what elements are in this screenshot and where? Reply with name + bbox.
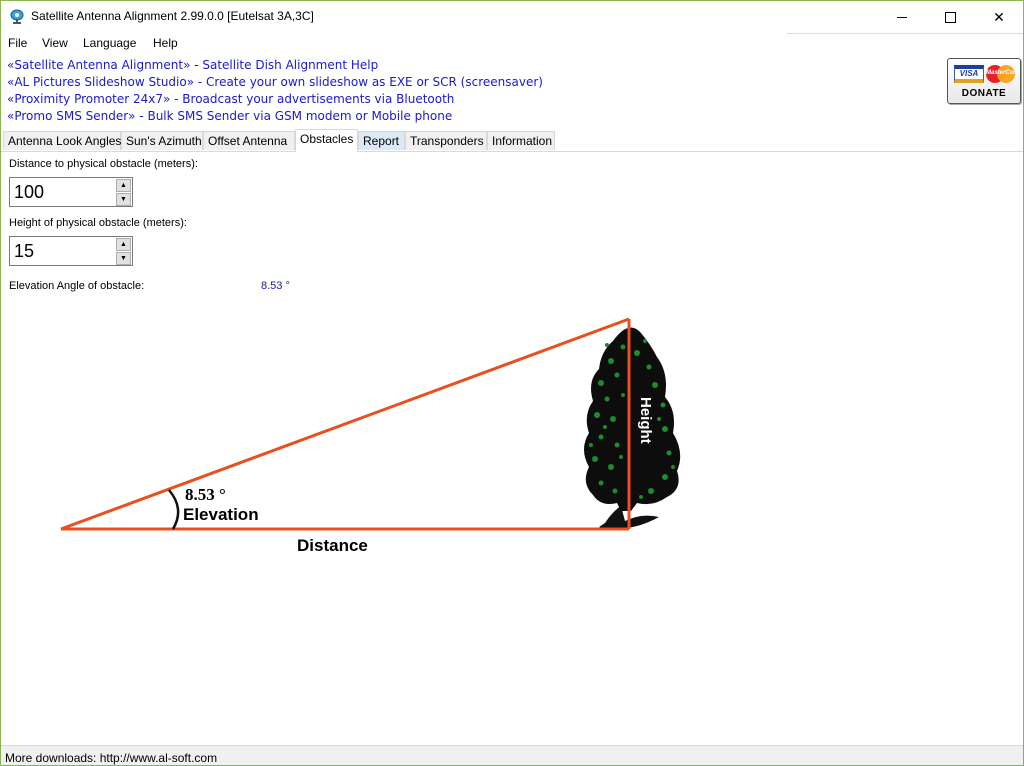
hypotenuse-line — [60, 317, 630, 531]
tab-report[interactable]: Report — [358, 131, 405, 150]
diagram-angle-label: 8.53 ° — [185, 485, 226, 504]
status-text: More downloads: http://www.al-soft.com — [5, 751, 218, 765]
tab-transponders[interactable]: Transponders — [405, 131, 487, 150]
height-input[interactable] — [12, 239, 114, 263]
tab-obstacles[interactable]: Obstacles — [295, 129, 358, 152]
elevation-angle-value: 8.53 ° — [261, 280, 290, 292]
minimize-icon — [897, 16, 907, 18]
distance-input[interactable] — [12, 180, 114, 204]
distance-down-button[interactable]: ▼ — [116, 193, 131, 206]
donate-button[interactable]: VISA MasterCard DONATE — [947, 58, 1021, 104]
menu-bar: File View Language Help — [1, 33, 1023, 53]
distance-spinner: ▲ ▼ — [9, 177, 133, 207]
maximize-button[interactable] — [927, 1, 973, 33]
height-down-button[interactable]: ▼ — [116, 252, 131, 265]
tab-information[interactable]: Information — [487, 131, 555, 150]
arrow-up-icon: ▲ — [120, 241, 127, 248]
minimize-button[interactable] — [879, 1, 925, 33]
title-bar: Satellite Antenna Alignment 2.99.0.0 [Eu… — [1, 1, 1023, 33]
link-promo-sms-sender[interactable]: «Promo SMS Sender» - Bulk SMS Sender via… — [7, 108, 543, 125]
tab-antenna-look-angles[interactable]: Antenna Look Angles — [3, 131, 121, 150]
promo-links: «Satellite Antenna Alignment» - Satellit… — [7, 57, 543, 125]
diagram-distance-label: Distance — [297, 536, 368, 555]
mastercard-text: MasterCard — [986, 70, 1020, 76]
diagram-elevation-label: Elevation — [183, 505, 259, 524]
distance-up-button[interactable]: ▲ — [116, 179, 131, 192]
menu-divider — [787, 33, 1023, 34]
tab-suns-azimuth[interactable]: Sun's Azimuth — [121, 131, 203, 150]
height-label: Height of physical obstacle (meters): — [9, 217, 187, 229]
arrow-down-icon: ▼ — [120, 255, 127, 262]
app-window: Satellite Antenna Alignment 2.99.0.0 [Eu… — [0, 0, 1024, 766]
menu-view[interactable]: View — [42, 36, 68, 50]
height-up-button[interactable]: ▲ — [116, 238, 131, 251]
tab-offset-antenna[interactable]: Offset Antenna — [203, 131, 295, 150]
elevation-angle-label: Elevation Angle of obstacle: — [9, 280, 145, 292]
arrow-down-icon: ▼ — [120, 196, 127, 203]
menu-language[interactable]: Language — [83, 36, 136, 50]
tree-icon — [584, 327, 681, 530]
status-bar: More downloads: http://www.al-soft.com — [1, 745, 1023, 765]
mastercard-icon: MasterCard — [986, 65, 1020, 83]
maximize-icon — [944, 11, 956, 23]
satellite-icon — [9, 7, 27, 25]
angle-arc — [168, 489, 180, 530]
menu-file[interactable]: File — [8, 36, 27, 50]
donate-label: DONATE — [961, 88, 1007, 99]
diagram-height-label: Height — [637, 397, 654, 444]
close-button[interactable]: ✕ — [976, 1, 1022, 33]
link-proximity-promoter[interactable]: «Proximity Promoter 24x7» - Broadcast yo… — [7, 91, 543, 108]
link-al-pictures-slideshow[interactable]: «AL Pictures Slideshow Studio» - Create … — [7, 74, 543, 91]
arrow-up-icon: ▲ — [120, 182, 127, 189]
tab-strip: Antenna Look Angles Sun's Azimuth Offset… — [1, 129, 1023, 152]
window-title: Satellite Antenna Alignment 2.99.0.0 [Eu… — [31, 9, 314, 23]
menu-help[interactable]: Help — [153, 36, 178, 50]
obstacle-diagram — [60, 317, 681, 531]
close-icon: ✕ — [993, 8, 1005, 25]
distance-label: Distance to physical obstacle (meters): — [9, 158, 198, 170]
visa-icon: VISA — [954, 65, 984, 83]
link-satellite-antenna-alignment[interactable]: «Satellite Antenna Alignment» - Satellit… — [7, 57, 543, 74]
height-spinner: ▲ ▼ — [9, 236, 133, 266]
